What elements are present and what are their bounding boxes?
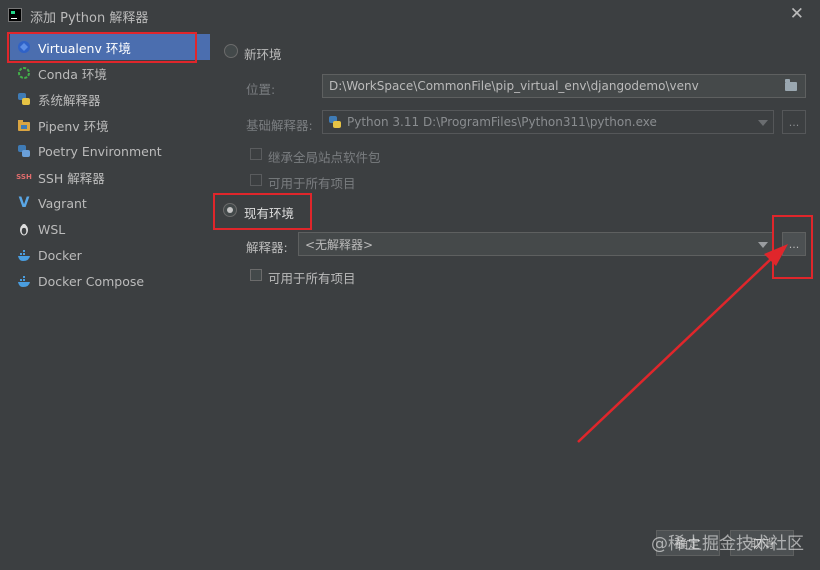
red-arrow-annotation	[577, 244, 788, 443]
watermark: @稀土掘金技术社区	[651, 534, 804, 554]
